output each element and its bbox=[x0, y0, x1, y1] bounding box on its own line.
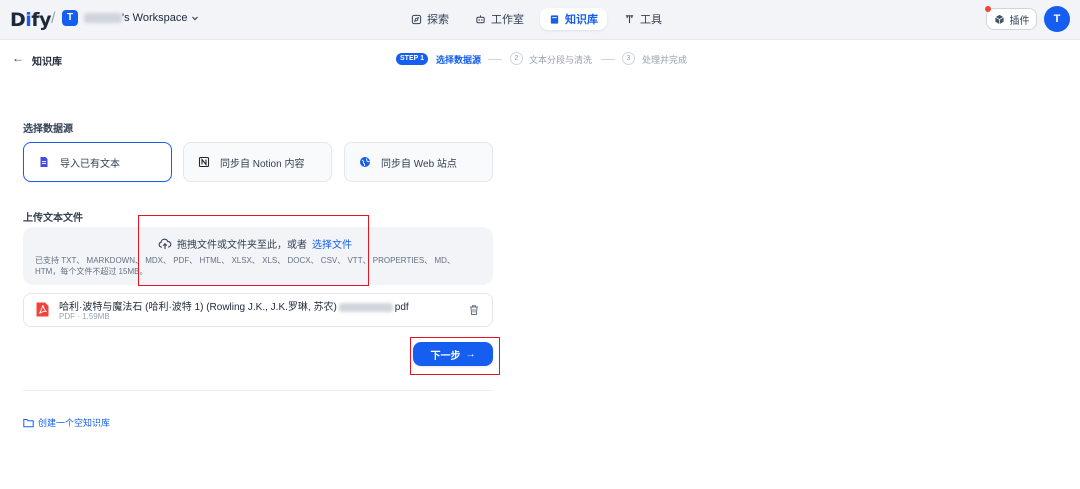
nav-explore[interactable]: 探索 bbox=[402, 8, 458, 30]
upload-title: 上传文本文件 bbox=[23, 213, 83, 224]
workspace-avatar[interactable]: T bbox=[62, 10, 78, 26]
source-option-label: 同步自 Notion 内容 bbox=[220, 158, 305, 170]
notification-dot bbox=[985, 6, 991, 12]
step-divider bbox=[488, 59, 502, 60]
trash-icon[interactable] bbox=[468, 304, 480, 316]
step-3-number: 3 bbox=[622, 52, 635, 65]
nav-studio-label: 工作室 bbox=[491, 14, 524, 26]
step-2-label: 文本分段与清洗 bbox=[529, 55, 593, 65]
step-2-number: 2 bbox=[510, 52, 523, 65]
section-divider bbox=[23, 390, 493, 391]
user-avatar[interactable]: T bbox=[1044, 6, 1070, 32]
globe-icon bbox=[360, 157, 370, 167]
data-source-title: 选择数据源 bbox=[23, 124, 73, 135]
create-empty-label: 创建一个空知识库 bbox=[38, 418, 111, 428]
source-option-notion[interactable]: 同步自 Notion 内容 bbox=[183, 142, 332, 182]
compass-icon bbox=[411, 14, 422, 24]
breadcrumb-separator: / bbox=[51, 10, 56, 27]
file-extension: pdf bbox=[394, 302, 409, 313]
workspace-switcher[interactable]: 's Workspace bbox=[122, 12, 199, 24]
back-label[interactable]: 知识库 bbox=[32, 53, 62, 68]
file-meta: PDF · 1.59MB bbox=[59, 312, 110, 321]
workspace-name: 's Workspace bbox=[122, 12, 188, 24]
nav-knowledge-label: 知识库 bbox=[565, 14, 598, 26]
nav-explore-label: 探索 bbox=[427, 14, 449, 26]
robot-icon bbox=[476, 14, 485, 23]
source-option-upload[interactable]: 导入已有文本 bbox=[23, 142, 172, 182]
highlight-next-button-annotation bbox=[410, 337, 500, 375]
step-1-badge: STEP 1 bbox=[396, 53, 428, 65]
back-arrow-icon[interactable]: ← bbox=[12, 51, 24, 65]
top-navbar: Dify / T 's Workspace 探索 工作室 知识库 工具 插件 T bbox=[0, 0, 1080, 40]
step-divider bbox=[601, 59, 615, 60]
workspace-name-redacted bbox=[84, 13, 122, 23]
cube-icon bbox=[994, 14, 1004, 24]
create-empty-knowledge-link[interactable]: 创建一个空知识库 bbox=[23, 416, 110, 429]
nav-tools-label: 工具 bbox=[640, 14, 662, 26]
file-name: 哈利·波特与魔法石 (哈利·波特 1) (Rowling J.K., J.K.罗… bbox=[59, 298, 409, 313]
plugins-label: 插件 bbox=[1009, 15, 1030, 27]
chevron-down-icon bbox=[191, 16, 198, 21]
tool-icon bbox=[625, 14, 634, 23]
file-name-redacted bbox=[338, 302, 393, 312]
step-3-label: 处理并完成 bbox=[642, 55, 688, 65]
folder-icon bbox=[23, 418, 34, 427]
nav-tools[interactable]: 工具 bbox=[615, 8, 671, 30]
dify-logo[interactable]: Dify bbox=[10, 9, 51, 31]
highlight-dropzone-annotation bbox=[138, 215, 369, 286]
source-option-label: 同步自 Web 站点 bbox=[381, 158, 457, 170]
step-1-label: 选择数据源 bbox=[436, 55, 482, 65]
plugins-button[interactable]: 插件 bbox=[986, 8, 1037, 30]
pdf-icon bbox=[36, 302, 49, 317]
book-icon bbox=[550, 14, 559, 24]
nav-knowledge[interactable]: 知识库 bbox=[540, 8, 607, 30]
source-option-web[interactable]: 同步自 Web 站点 bbox=[344, 142, 493, 182]
file-text-icon bbox=[40, 157, 48, 167]
notion-icon bbox=[198, 156, 210, 168]
source-option-label: 导入已有文本 bbox=[60, 158, 120, 170]
nav-studio[interactable]: 工作室 bbox=[466, 8, 533, 30]
